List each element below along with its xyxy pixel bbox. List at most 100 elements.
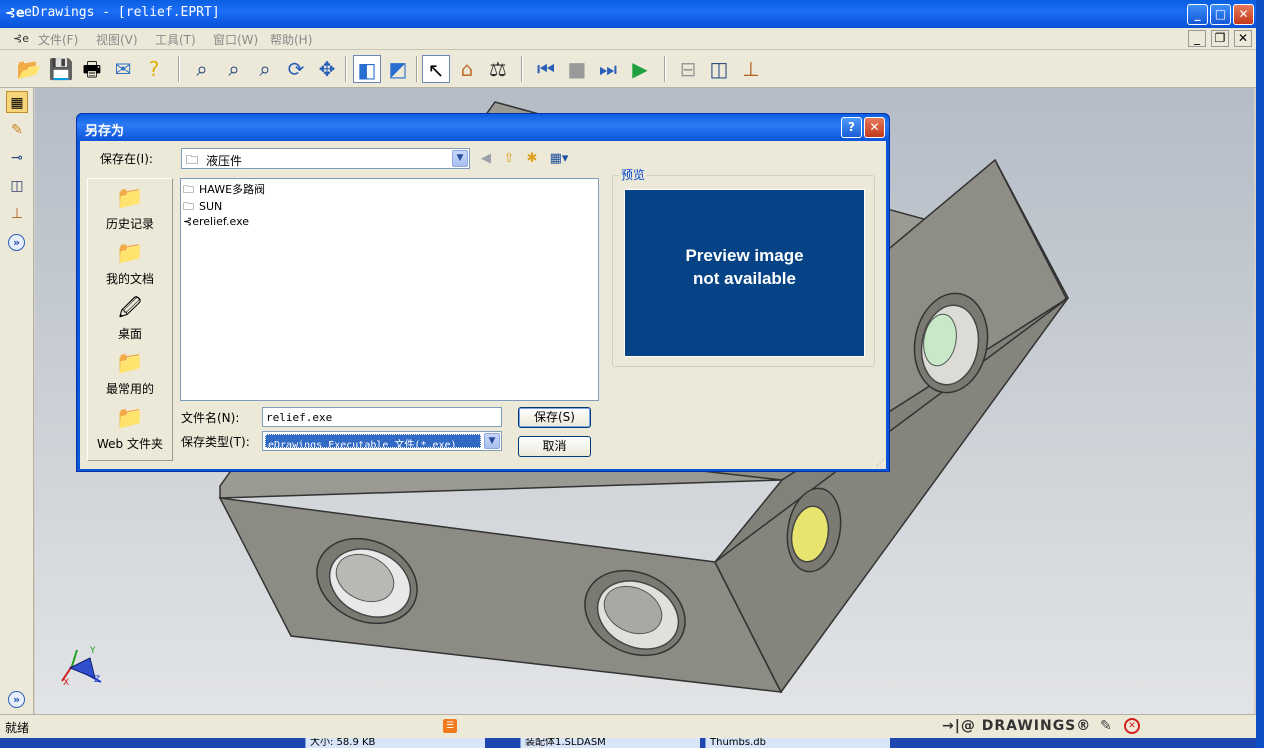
menu-tools[interactable]: 工具(T)	[155, 31, 196, 48]
axis-y-label: Y	[90, 646, 96, 656]
zoom-area-icon[interactable]: ⌕	[220, 55, 248, 83]
title-bar[interactable]: ⊰e eDrawings - [relief.EPRT] _ □ ✕	[0, 0, 1258, 28]
lookin-select[interactable]: 🗀 液压件 ▼	[181, 148, 470, 169]
filetype-value: eDrawings Executable 文件(*.exe)	[265, 434, 481, 448]
stamp-icon[interactable]: ⊥	[737, 55, 765, 83]
dialog-close-button[interactable]: ✕	[864, 117, 885, 138]
save-button[interactable]: 保存(S)	[518, 407, 591, 428]
place-web-folders[interactable]: 📁 Web 文件夹	[88, 404, 172, 452]
preview-message: Preview image not available	[625, 244, 864, 290]
taskbar-item[interactable]: 大小: 58.9 KB	[305, 738, 485, 748]
new-folder-icon[interactable]: ✱	[522, 149, 542, 169]
back-icon[interactable]: ◀	[476, 149, 496, 169]
lookin-value: 液压件	[206, 154, 243, 168]
rss-icon[interactable]: ☰	[443, 719, 457, 733]
send-icon[interactable]: ✉	[109, 55, 137, 83]
home-icon[interactable]: ⌂	[453, 55, 481, 83]
dialog-help-button[interactable]: ?	[841, 117, 862, 138]
toolbar-separator	[416, 56, 418, 82]
place-favorites[interactable]: 📁 最常用的	[88, 349, 172, 397]
no-entry-icon[interactable]: ✕	[1124, 718, 1140, 734]
resize-grip-icon[interactable]: ⋰	[876, 458, 884, 467]
status-bar: 就绪 ☰ →|@ DRAWINGS® ✎ ✕	[0, 714, 1256, 738]
left-tool-strip: ▦ ✎ ⊸ ◫ ⊥ » »	[0, 88, 34, 714]
chevron-down-icon[interactable]: ▼	[484, 433, 500, 449]
shaded-icon[interactable]: ◧	[353, 55, 381, 83]
maximize-button[interactable]: □	[1210, 4, 1231, 25]
help-icon[interactable]: ?	[140, 55, 168, 83]
zoom-fit-icon[interactable]: ⌕	[188, 55, 216, 83]
select-icon[interactable]: ↖	[422, 55, 450, 83]
edrawings-app-icon: ⊰e	[5, 6, 25, 21]
stop-icon[interactable]: ■	[563, 55, 591, 83]
mdi-restore-button[interactable]: ❐	[1211, 30, 1229, 47]
place-history[interactable]: 📁 历史记录	[88, 184, 172, 232]
markup-status-icon[interactable]: ✎	[1100, 718, 1112, 734]
taskbar-item[interactable]: Thumbs.db	[705, 738, 890, 748]
file-list[interactable]: 🗀 HAWE多路阀 🗀 SUN ⊰erelief.exe	[180, 178, 599, 401]
pan-icon[interactable]: ✥	[313, 55, 341, 83]
chevron-down-icon[interactable]: ▼	[452, 150, 468, 167]
rotate-icon[interactable]: ⟳	[282, 55, 310, 83]
filetype-select[interactable]: eDrawings Executable 文件(*.exe) ▼	[262, 431, 502, 451]
menu-view[interactable]: 视图(V)	[96, 31, 138, 48]
perspective-icon[interactable]: ◩	[384, 55, 412, 83]
dialog-title: 另存为	[85, 124, 125, 139]
main-toolbar: 📂 💾 🖶 ✉ ? ⌕ ⌕ ⌕ ⟳ ✥ ◧ ◩ ↖ ⌂ ⚖ ⏮ ■ ⏭ ▶ ⊟ …	[0, 50, 1256, 88]
list-item[interactable]: ⊰erelief.exe	[183, 215, 249, 231]
mdi-minimize-button[interactable]: _	[1188, 30, 1206, 47]
up-folder-icon[interactable]: ⇧	[499, 149, 519, 169]
place-label: 最常用的	[105, 382, 154, 396]
expand-panel-icon[interactable]: »	[8, 234, 25, 251]
web-folders-icon: 📁	[116, 406, 144, 431]
axis-z-label: Z	[94, 675, 101, 685]
component-tree-icon[interactable]: ▦	[6, 91, 28, 113]
menu-file[interactable]: 文件(F)	[38, 31, 78, 48]
section-icon[interactable]: ⊟	[674, 55, 702, 83]
save-icon[interactable]: 💾	[47, 55, 75, 83]
zoom-icon[interactable]: ⌕	[251, 55, 279, 83]
markup-pencil-icon[interactable]: ✎	[6, 119, 28, 141]
dialog-body: 保存在(I): 🗀 液压件 ▼ ◀ ⇧ ✱ ▦▾ 📁 历史记录 📁 我的文档 🖉…	[80, 141, 886, 469]
preview-label: 预览	[619, 166, 648, 183]
filename-input[interactable]: relief.exe	[262, 407, 502, 427]
place-label: 历史记录	[105, 217, 154, 231]
menu-bar: ⊰e 文件(F) 视图(V) 工具(T) 窗口(W) 帮助(H) _ ❐ ✕	[0, 28, 1256, 50]
close-button[interactable]: ✕	[1233, 4, 1254, 25]
place-desktop[interactable]: 🖉 桌面	[88, 294, 172, 342]
open-icon[interactable]: 📂	[15, 55, 43, 83]
stamp-tool-icon[interactable]: ⊥	[6, 203, 28, 225]
window-title: eDrawings - [relief.EPRT]	[24, 5, 220, 20]
folder-icon: 🗀	[186, 153, 199, 167]
minimize-button[interactable]: _	[1187, 4, 1208, 25]
toolbar-separator	[521, 56, 523, 82]
list-item[interactable]: 🗀 HAWE多路阀	[183, 181, 265, 197]
print-icon[interactable]: 🖶	[78, 55, 106, 83]
view-menu-icon[interactable]: ▦▾	[546, 149, 572, 169]
history-icon: 📁	[116, 186, 144, 211]
list-item[interactable]: 🗀 SUN	[183, 198, 222, 214]
mdi-close-button[interactable]: ✕	[1234, 30, 1252, 47]
measure-icon[interactable]: ⚖	[484, 55, 512, 83]
favorites-icon: 📁	[116, 351, 144, 376]
first-frame-icon[interactable]: ⏮	[532, 55, 560, 83]
explode-icon[interactable]: ◫	[705, 55, 733, 83]
menu-window[interactable]: 窗口(W)	[213, 31, 258, 48]
place-label: 桌面	[117, 327, 142, 341]
configurations-icon[interactable]: ◫	[6, 175, 28, 197]
toolbar-separator	[345, 56, 347, 82]
document-icon[interactable]: ⊰e	[13, 32, 29, 45]
expand-bottom-icon[interactable]: »	[8, 691, 25, 708]
logo-text: DRAWINGS®	[981, 718, 1092, 734]
my-documents-icon: 📁	[116, 241, 144, 266]
preview-message-line: Preview image	[685, 246, 804, 265]
taskbar-item[interactable]: 装配体1.SLDASM	[520, 738, 700, 748]
place-my-documents[interactable]: 📁 我的文档	[88, 239, 172, 287]
play-icon[interactable]: ▶	[626, 55, 654, 83]
menu-help[interactable]: 帮助(H)	[270, 31, 312, 48]
next-frame-icon[interactable]: ⏭	[594, 55, 622, 83]
cancel-button[interactable]: 取消	[518, 436, 591, 457]
measure-tool-icon[interactable]: ⊸	[6, 147, 28, 169]
file-name: SUN	[199, 200, 223, 213]
dialog-title-bar[interactable]: 另存为 ? ✕	[77, 114, 889, 141]
